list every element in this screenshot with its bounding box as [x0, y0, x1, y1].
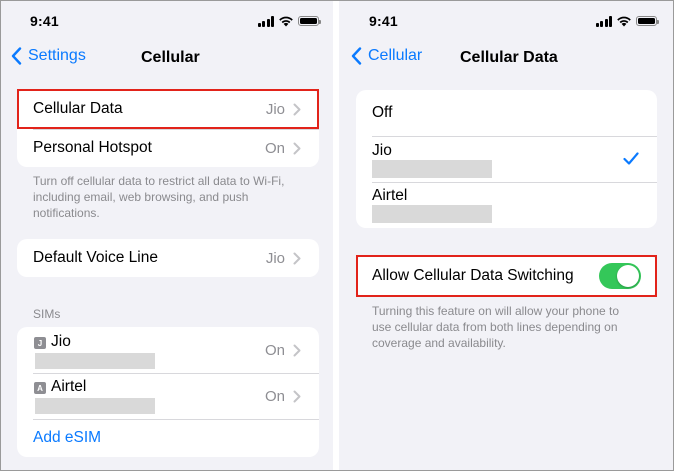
status-time: 9:41 [369, 13, 398, 29]
row-label: Cellular Data [33, 100, 123, 117]
toggle-knob [617, 265, 639, 287]
cellular-signal-icon [595, 15, 612, 27]
row-cellular-data[interactable]: Cellular Data Jio [17, 89, 319, 129]
option-label: Jio [372, 142, 392, 159]
page-title: Cellular Data [460, 49, 558, 66]
row-sim-airtel[interactable]: A Airtel On [17, 373, 319, 419]
chevron-left-icon [351, 47, 362, 65]
cellular-group: Cellular Data Jio Personal Hotspot On [17, 89, 319, 167]
page-title: Cellular [141, 49, 200, 66]
option-off[interactable]: Off [356, 90, 657, 136]
status-icons [595, 15, 659, 27]
sim-badge-icon: J [34, 337, 46, 349]
status-time: 9:41 [30, 13, 59, 29]
cellular-footnote: Turn off cellular data to restrict all d… [33, 174, 285, 220]
option-label: Off [372, 104, 393, 121]
status-bar: 9:41 [339, 13, 673, 31]
status-bar: 9:41 [1, 13, 333, 31]
nav-bar: Settings Cellular [1, 45, 333, 71]
voice-line-group: Default Voice Line Jio [17, 239, 319, 277]
switching-label: Allow Cellular Data Switching [372, 267, 574, 284]
add-esim-button[interactable]: Add eSIM [17, 419, 319, 457]
cellular-signal-icon [257, 15, 274, 27]
row-value: On [264, 139, 285, 157]
battery-icon [298, 16, 321, 26]
option-label: Airtel [372, 187, 408, 204]
sims-section-header: SIMs [33, 307, 61, 321]
option-airtel[interactable]: Airtel [356, 182, 657, 228]
wifi-icon [617, 16, 631, 27]
redacted-number [35, 398, 155, 414]
row-value: Jio [265, 100, 285, 118]
option-jio[interactable]: Jio [356, 136, 657, 182]
data-switching-toggle[interactable] [599, 263, 641, 289]
switching-footnote: Turning this feature on will allow your … [372, 304, 620, 350]
row-value: On [264, 341, 285, 359]
nav-bar: Cellular Cellular Data [339, 45, 673, 71]
data-line-options: Off Jio Airtel [356, 90, 657, 228]
row-value: On [264, 387, 285, 405]
sim-badge-icon: A [34, 382, 46, 394]
back-label: Cellular [368, 47, 423, 64]
sim-name: Jio [51, 333, 71, 350]
redacted-number [372, 205, 492, 223]
switching-group: Allow Cellular Data Switching [356, 255, 657, 297]
row-default-voice-line[interactable]: Default Voice Line Jio [17, 239, 319, 277]
back-button[interactable]: Cellular [351, 47, 422, 65]
chevron-right-icon [293, 252, 301, 264]
row-value: Jio [265, 249, 285, 267]
add-esim-label: Add eSIM [33, 429, 102, 446]
redacted-number [35, 353, 155, 369]
chevron-left-icon [11, 47, 22, 65]
battery-icon [636, 16, 659, 26]
redacted-number [372, 160, 492, 178]
chevron-right-icon [293, 103, 301, 115]
status-icons [257, 15, 321, 27]
row-label: Default Voice Line [33, 249, 158, 266]
row-label: Personal Hotspot [33, 139, 152, 156]
chevron-right-icon [293, 344, 301, 356]
sims-group: J Jio On A Airtel On Add eSIM [17, 327, 319, 457]
wifi-icon [279, 16, 293, 27]
checkmark-icon [623, 152, 639, 165]
cellular-screen: 9:41 Settings Cellular Cellular Data Jio [1, 1, 333, 470]
cellular-data-screen: 9:41 Cellular Cellular Data Off Jio Airt… [339, 1, 673, 470]
back-button[interactable]: Settings [11, 47, 86, 65]
row-allow-data-switching: Allow Cellular Data Switching [356, 255, 657, 297]
sim-name: Airtel [51, 378, 87, 395]
back-label: Settings [28, 47, 86, 64]
chevron-right-icon [293, 142, 301, 154]
row-personal-hotspot[interactable]: Personal Hotspot On [17, 129, 319, 167]
chevron-right-icon [293, 390, 301, 402]
row-sim-jio[interactable]: J Jio On [17, 327, 319, 373]
